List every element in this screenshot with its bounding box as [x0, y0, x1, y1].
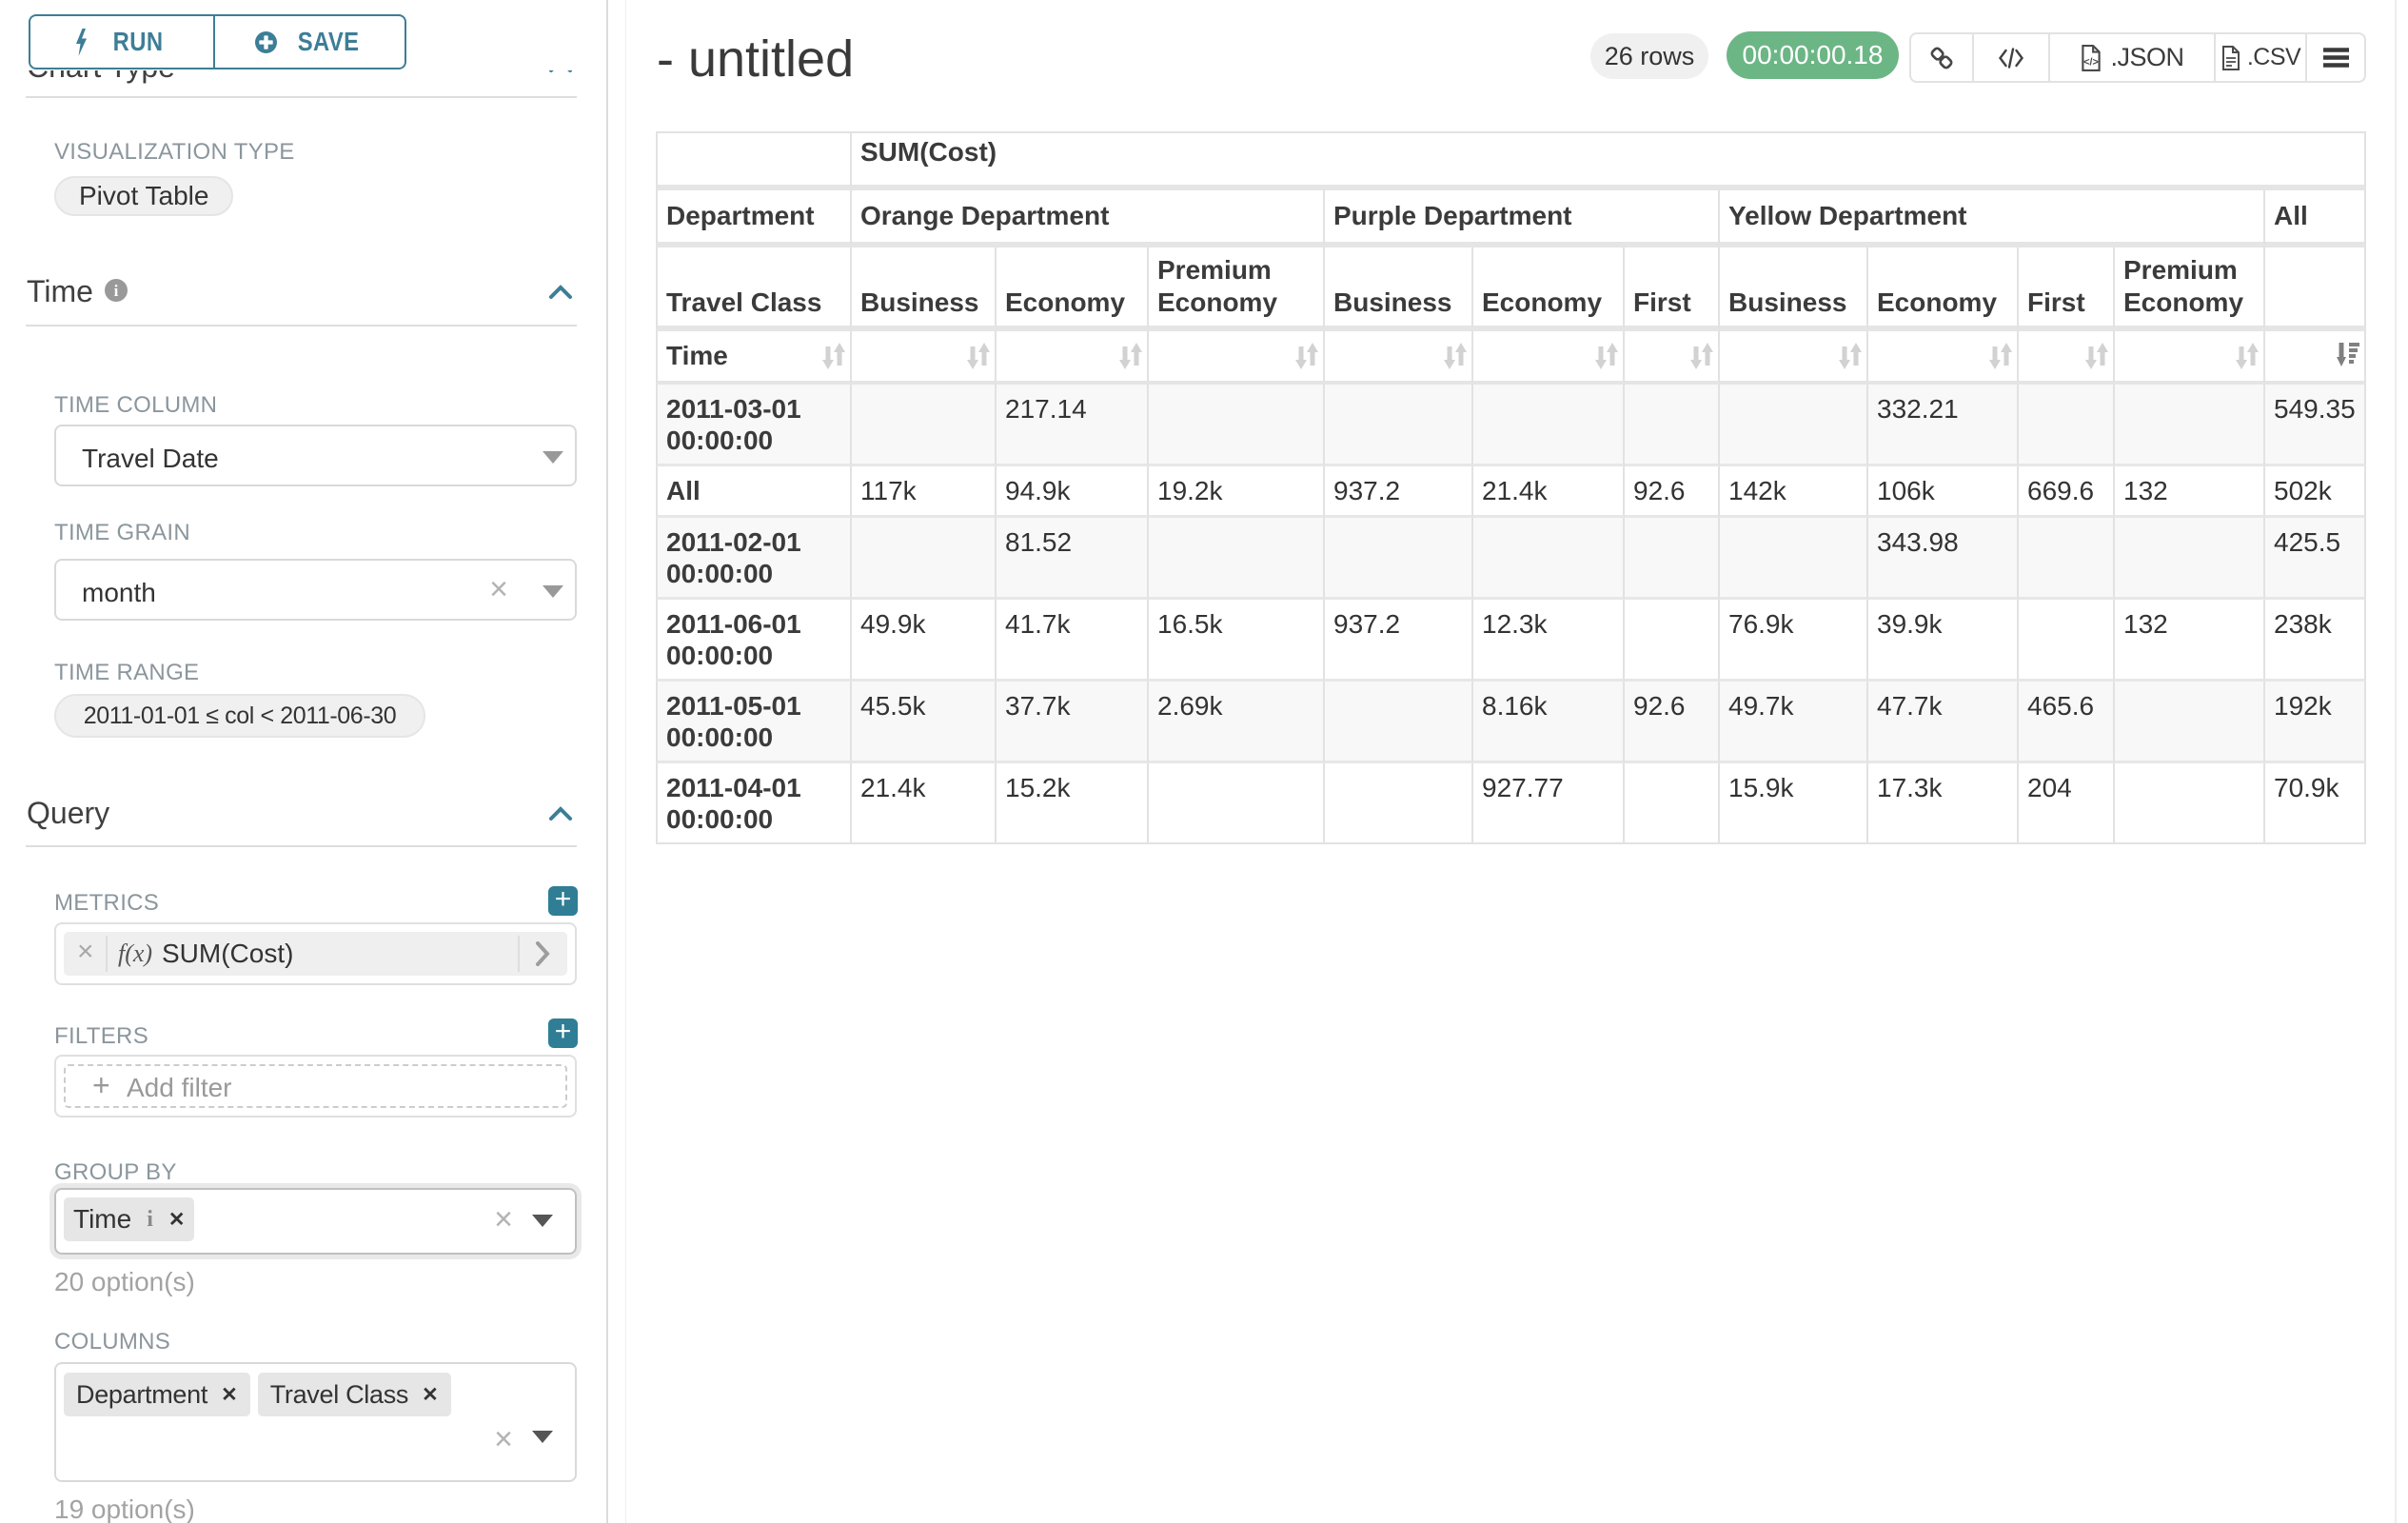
svg-text:i: i	[114, 282, 119, 300]
svg-text:</>: </>	[2084, 56, 2100, 68]
